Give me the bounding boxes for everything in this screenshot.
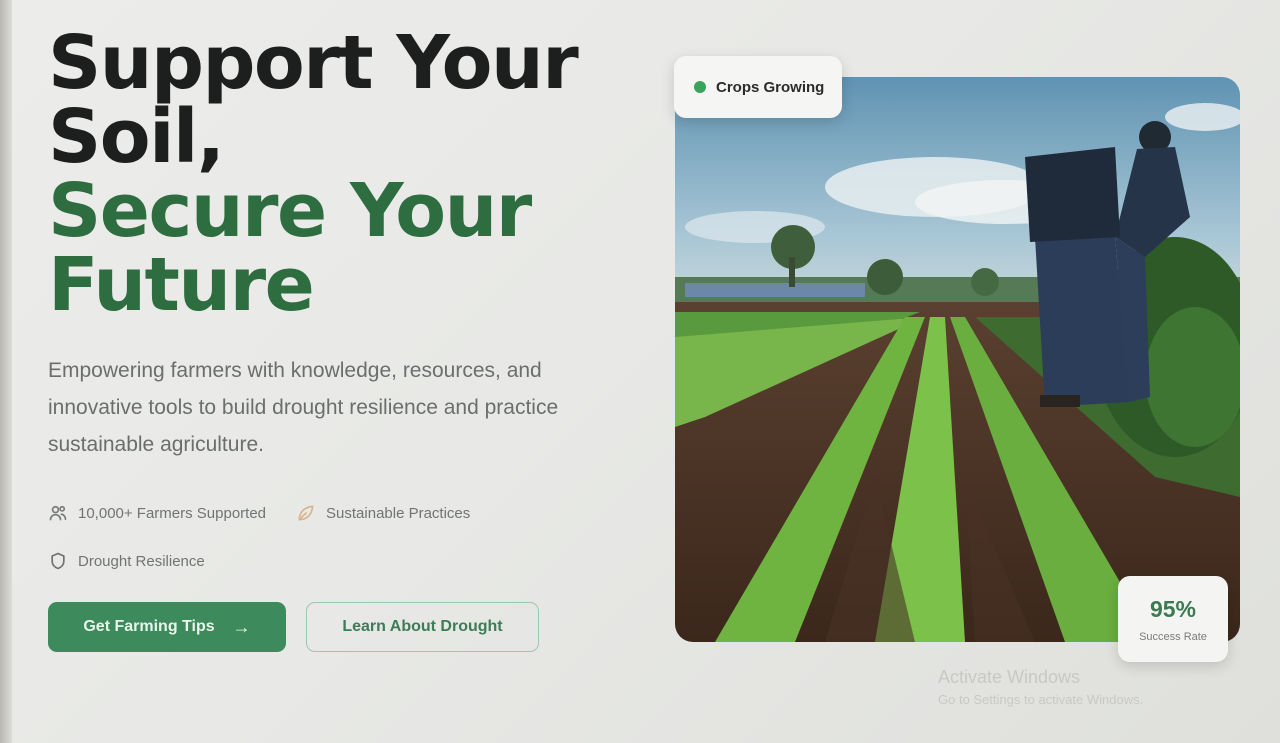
users-icon (49, 505, 67, 521)
watermark-subtitle: Go to Settings to activate Windows. (938, 692, 1144, 707)
crops-growing-badge: Crops Growing (674, 56, 842, 118)
leaf-icon (298, 505, 314, 521)
headline-line-1: Support Your (48, 20, 579, 106)
hero-section: Support Your Soil, Secure Your Future Em… (48, 26, 648, 652)
feature-row: 10,000+ Farmers Supported Sustainable Pr… (48, 499, 568, 527)
hero-actions: Get Farming Tips → Learn About Drought (48, 602, 539, 652)
feature-label: Drought Resilience (78, 552, 205, 570)
status-dot-icon (694, 81, 706, 93)
headline-line-3: Secure Your (48, 168, 532, 254)
watermark-title: Activate Windows (938, 667, 1081, 687)
activate-windows-watermark: Activate Windows Go to Settings to activ… (938, 667, 1143, 707)
farm-field-image (675, 77, 1240, 642)
hero-headline: Support Your Soil, Secure Your Future (48, 26, 648, 322)
feature-list: 10,000+ Farmers Supported Sustainable Pr… (48, 499, 568, 575)
feature-label: 10,000+ Farmers Supported (78, 504, 267, 522)
feature-farmers-supported: 10,000+ Farmers Supported (48, 503, 266, 523)
shield-icon (51, 552, 65, 570)
button-label: Get Farming Tips (83, 618, 215, 635)
headline-line-4: Future (48, 242, 315, 328)
feature-drought-resilience: Drought Resilience (48, 551, 205, 571)
success-rate-caption: Success Rate (1139, 631, 1207, 643)
farm-field-illustration (675, 77, 1240, 642)
get-farming-tips-button[interactable]: Get Farming Tips → (48, 602, 286, 652)
feature-row: Drought Resilience (48, 547, 568, 575)
success-rate-value: 95% (1149, 596, 1197, 622)
feature-label: Sustainable Practices (326, 504, 471, 522)
status-badge-label: Crops Growing (716, 78, 825, 96)
feature-sustainable-practices: Sustainable Practices (296, 503, 470, 523)
success-rate-card: 95% Success Rate (1118, 576, 1228, 662)
button-label: Learn About Drought (342, 618, 503, 635)
screen-bezel (0, 0, 12, 743)
hero-subtitle: Empowering farmers with knowledge, resou… (48, 359, 559, 456)
headline-line-2: Soil, (48, 94, 225, 180)
learn-about-drought-button[interactable]: Learn About Drought (306, 602, 539, 652)
arrow-right-icon: → (232, 616, 251, 637)
